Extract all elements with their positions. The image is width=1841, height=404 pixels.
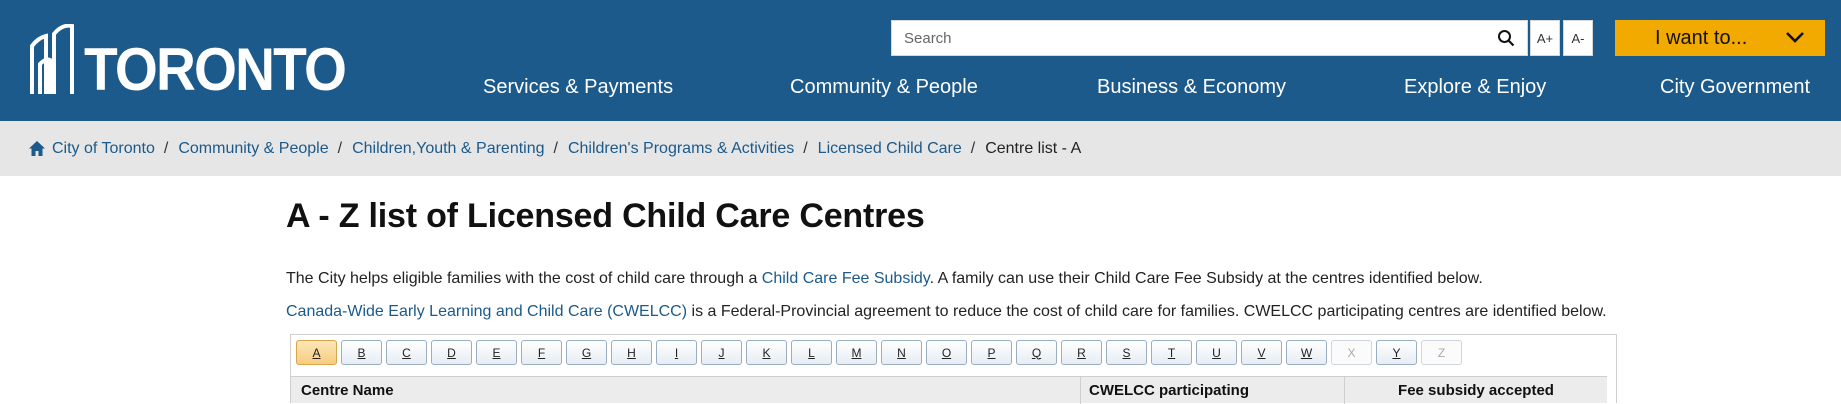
breadcrumb-separator: /: [337, 139, 343, 157]
chevron-down-icon: [1786, 32, 1804, 43]
letter-tab-w[interactable]: W: [1286, 340, 1327, 365]
child-care-fee-subsidy-link[interactable]: Child Care Fee Subsidy: [762, 270, 930, 287]
intro-paragraph-cwelcc: Canada-Wide Early Learning and Child Car…: [286, 303, 1607, 321]
city-hall-icon: [30, 24, 74, 94]
letter-tab-k[interactable]: K: [746, 340, 787, 365]
letter-tab-v[interactable]: V: [1241, 340, 1282, 365]
breadcrumb-current: Centre list - A: [985, 139, 1082, 157]
paragraph-text: . A family can use their Child Care Fee …: [929, 270, 1483, 287]
page-title: A - Z list of Licensed Child Care Centre…: [286, 197, 925, 235]
nav-services-payments[interactable]: Services & Payments: [483, 76, 673, 106]
letter-tab-x: X: [1331, 340, 1372, 365]
nav-business-economy[interactable]: Business & Economy: [1097, 76, 1286, 106]
table-header-row: Centre Name CWELCC participating Fee sub…: [291, 376, 1607, 404]
letter-tab-o[interactable]: O: [926, 340, 967, 365]
letter-tab-r[interactable]: R: [1061, 340, 1102, 365]
letter-tab-q[interactable]: Q: [1016, 340, 1057, 365]
cwelcc-link[interactable]: Canada-Wide Early Learning and Child Car…: [286, 303, 687, 320]
paragraph-text: The City helps eligible families with th…: [286, 270, 762, 287]
letter-tab-u[interactable]: U: [1196, 340, 1237, 365]
i-want-to-button[interactable]: I want to...: [1615, 20, 1825, 56]
letter-tab-m[interactable]: M: [836, 340, 877, 365]
logo-wordmark: TORONTO: [84, 36, 347, 103]
column-header-fee-subsidy[interactable]: Fee subsidy accepted: [1345, 377, 1607, 404]
letter-tab-z: Z: [1421, 340, 1462, 365]
letter-tab-j[interactable]: J: [701, 340, 742, 365]
nav-city-government[interactable]: City Government: [1660, 76, 1810, 106]
breadcrumb-link-children-youth-parenting[interactable]: Children,Youth & Parenting: [352, 140, 544, 158]
letter-tab-s[interactable]: S: [1106, 340, 1147, 365]
letter-tab-d[interactable]: D: [431, 340, 472, 365]
nav-community-people[interactable]: Community & People: [790, 76, 978, 106]
breadcrumb-link-city-of-toronto[interactable]: City of Toronto: [52, 140, 155, 158]
search-bar: [891, 20, 1528, 56]
search-button[interactable]: [1485, 21, 1527, 55]
intro-paragraph-fee-subsidy: The City helps eligible families with th…: [286, 270, 1483, 288]
letter-tab-y[interactable]: Y: [1376, 340, 1417, 365]
search-icon: [1498, 30, 1515, 47]
column-divider: [1080, 377, 1081, 404]
breadcrumb-link-licensed-child-care[interactable]: Licensed Child Care: [818, 140, 962, 158]
breadcrumb-link-community-people[interactable]: Community & People: [178, 140, 328, 158]
breadcrumb-separator: /: [163, 139, 169, 157]
letter-tab-f[interactable]: F: [521, 340, 562, 365]
letter-tab-p[interactable]: P: [971, 340, 1012, 365]
letter-tab-g[interactable]: G: [566, 340, 607, 365]
breadcrumb-separator: /: [553, 139, 558, 157]
font-decrease-button[interactable]: A-: [1563, 20, 1593, 56]
column-header-centre-name[interactable]: Centre Name: [301, 377, 394, 404]
letter-tab-e[interactable]: E: [476, 340, 517, 365]
paragraph-text: is a Federal-Provincial agreement to red…: [687, 303, 1607, 320]
breadcrumb-link-childrens-programs[interactable]: Children's Programs & Activities: [568, 140, 794, 158]
site-header: TORONTO A+ A- I want to... Services & Pa…: [0, 0, 1841, 121]
letter-tab-c[interactable]: C: [386, 340, 427, 365]
letter-tab-l[interactable]: L: [791, 340, 832, 365]
letter-tab-t[interactable]: T: [1151, 340, 1192, 365]
letter-tabs: ABCDEFGHIJKLMNOPQRSTUVWXYZ: [296, 340, 1466, 365]
breadcrumb-separator: /: [970, 139, 976, 157]
letter-tab-n[interactable]: N: [881, 340, 922, 365]
home-icon[interactable]: [28, 140, 46, 157]
toronto-logo[interactable]: TORONTO: [28, 24, 347, 100]
breadcrumb-bar: City of Toronto / Community & People / C…: [0, 121, 1841, 176]
letter-tab-b[interactable]: B: [341, 340, 382, 365]
breadcrumb-separator: /: [803, 139, 808, 157]
nav-explore-enjoy[interactable]: Explore & Enjoy: [1404, 76, 1546, 106]
i-want-to-label: I want to...: [1655, 26, 1748, 49]
letter-tab-i[interactable]: I: [656, 340, 697, 365]
column-header-cwelcc[interactable]: CWELCC participating: [1089, 377, 1249, 404]
breadcrumb: City of Toronto / Community & People / C…: [28, 121, 1081, 176]
font-increase-button[interactable]: A+: [1530, 20, 1560, 56]
letter-tab-a[interactable]: A: [296, 340, 337, 365]
search-input[interactable]: [892, 21, 1482, 55]
letter-tab-h[interactable]: H: [611, 340, 652, 365]
